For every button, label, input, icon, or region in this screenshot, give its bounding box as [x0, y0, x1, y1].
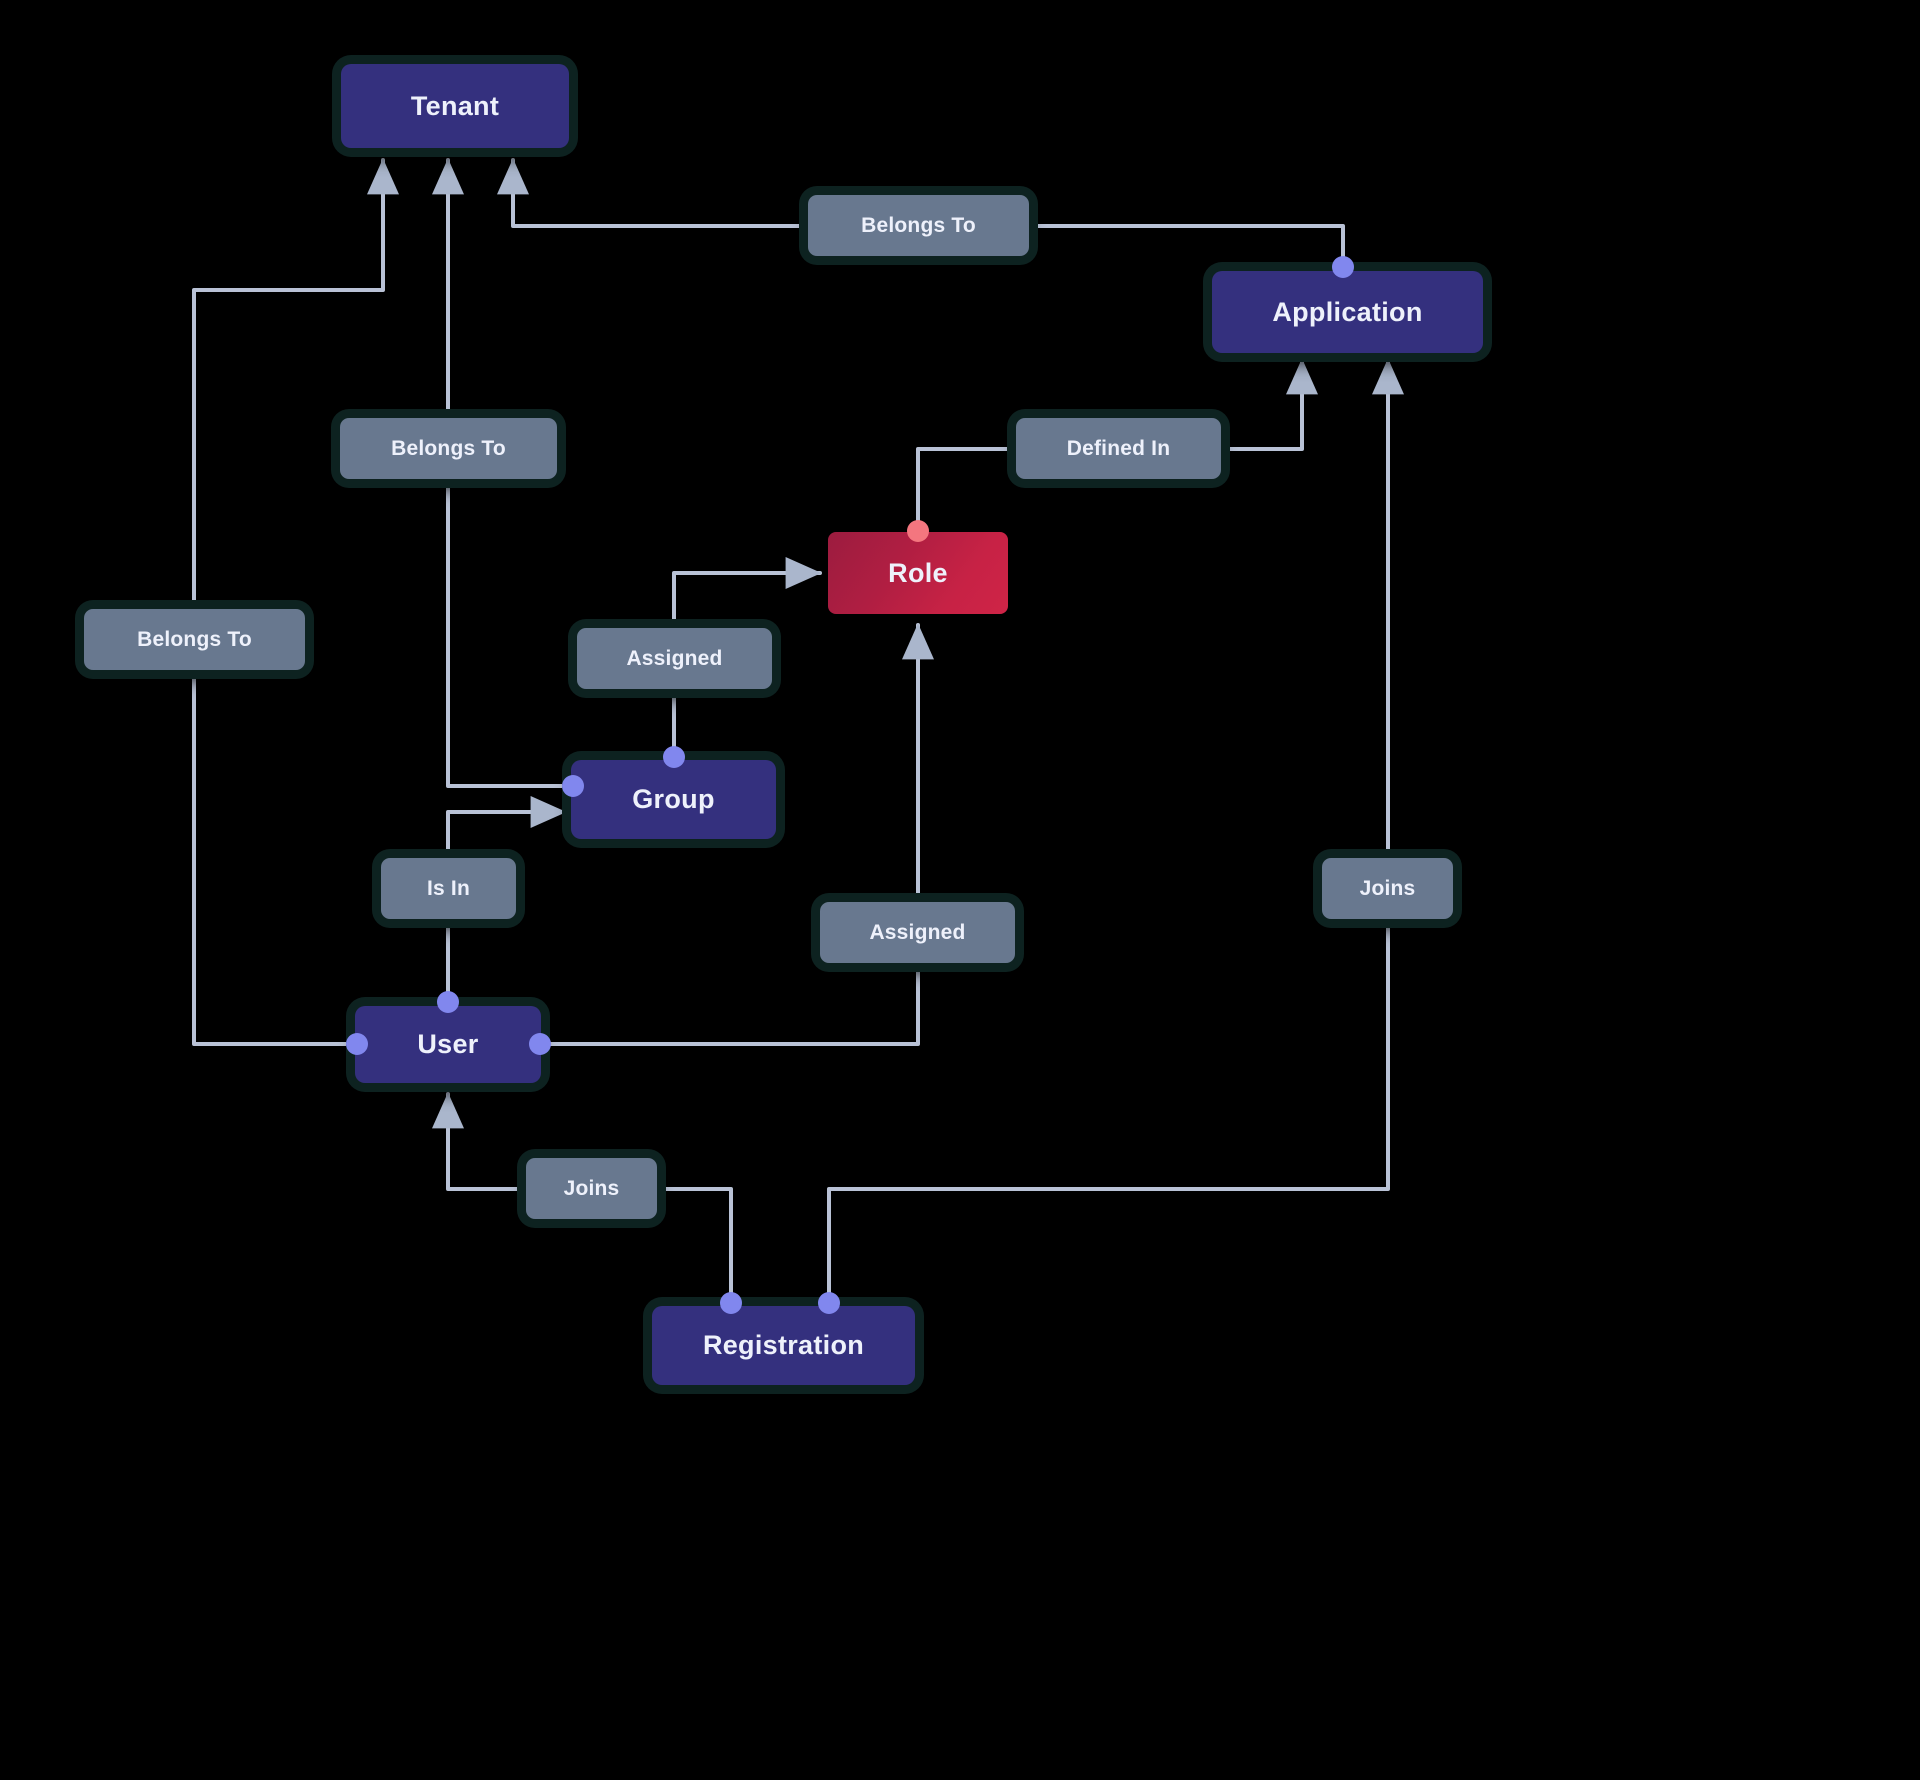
edges-group [192, 158, 1404, 1305]
entity-node-label: User [417, 1029, 479, 1059]
relationship-node-label: Belongs To [861, 213, 976, 237]
entity-node-application[interactable]: Application [1212, 271, 1483, 353]
edge-connector [916, 447, 1018, 533]
relationship-node-rel-role-application[interactable]: Defined In [1016, 418, 1221, 479]
edge-connector [497, 158, 810, 228]
edge-connector [446, 477, 575, 788]
relationship-node-rel-registration-app[interactable]: Joins [1322, 858, 1453, 919]
connection-port-dot[interactable] [1332, 256, 1354, 278]
connection-port-dot[interactable] [562, 775, 584, 797]
entity-node-registration[interactable]: Registration [652, 1306, 915, 1385]
entity-node-label: Role [888, 557, 948, 588]
edge-connector [192, 158, 399, 611]
entity-node-group[interactable]: Group [571, 760, 776, 839]
entity-node-label: Registration [702, 1330, 865, 1360]
entity-node-tenant[interactable]: Tenant [341, 64, 569, 148]
edge-connector [1219, 358, 1318, 451]
relationship-node-rel-group-tenant[interactable]: Belongs To [340, 418, 557, 479]
relationship-node-label: Belongs To [391, 436, 506, 460]
connection-port-dot[interactable] [346, 1033, 368, 1055]
edge-connector [538, 961, 920, 1046]
entity-node-label: Tenant [410, 90, 500, 121]
edge-connector [432, 1092, 528, 1191]
diagram-canvas: Tenant Application Role Group User Registrati… [0, 0, 1920, 1780]
edge-connector [1027, 224, 1345, 269]
entity-node-label: Application [1272, 296, 1423, 327]
entity-node-label: Group [632, 784, 715, 814]
connection-port-dot[interactable] [663, 746, 685, 768]
relationship-node-label: Joins [563, 1176, 620, 1200]
connection-port-dot[interactable] [907, 520, 929, 542]
relationship-node-label: Is In [426, 876, 470, 900]
relationship-node-rel-registration-user[interactable]: Joins [526, 1158, 657, 1219]
edge-connector [827, 917, 1390, 1305]
relationship-node-rel-app-tenant[interactable]: Belongs To [808, 195, 1029, 256]
connection-port-dot[interactable] [818, 1292, 840, 1314]
relationship-node-rel-group-role[interactable]: Assigned [577, 628, 772, 689]
edge-connector [192, 668, 359, 1046]
edge-connector [655, 1187, 733, 1305]
relationship-node-label: Joins [1359, 876, 1416, 900]
edge-layer [192, 158, 1404, 1305]
relationship-node-rel-user-role[interactable]: Assigned [820, 902, 1015, 963]
relationship-node-label: Belongs To [137, 627, 252, 651]
connection-port-dot[interactable] [437, 991, 459, 1013]
relationship-node-label: Defined In [1066, 436, 1171, 460]
edge-connector [672, 557, 822, 630]
entity-node-user[interactable]: User [355, 1006, 541, 1083]
relationship-node-label: Assigned [869, 920, 966, 944]
relationship-node-label: Assigned [626, 646, 723, 670]
connection-port-dot[interactable] [720, 1292, 742, 1314]
relationship-node-rel-user-group[interactable]: Is In [381, 858, 516, 919]
entity-node-role[interactable]: Role [828, 532, 1008, 614]
relationship-node-rel-user-tenant[interactable]: Belongs To [84, 609, 305, 670]
connection-port-dot[interactable] [529, 1033, 551, 1055]
edge-connector [446, 796, 567, 860]
